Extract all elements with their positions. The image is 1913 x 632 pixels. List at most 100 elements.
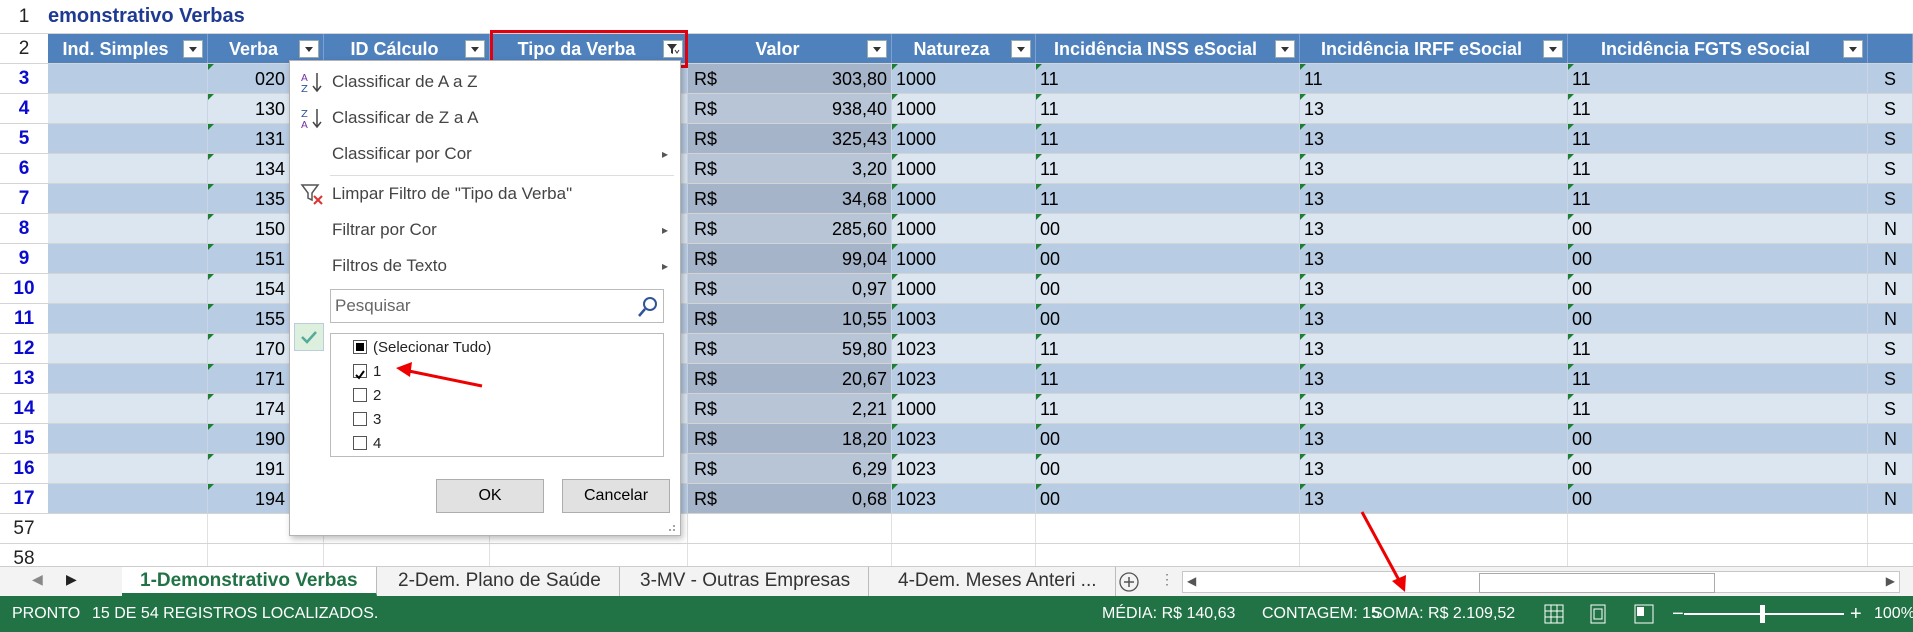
cell-inss[interactable]: 11: [1036, 184, 1300, 213]
filter-dropdown-icon[interactable]: [1543, 40, 1563, 58]
filter-dropdown-icon[interactable]: [1011, 40, 1031, 58]
header-col-valor[interactable]: Valor: [688, 34, 892, 63]
cell-fgts[interactable]: 00: [1568, 484, 1868, 513]
status-media[interactable]: MÉDIA: R$ 140,63: [1102, 596, 1235, 632]
cell-inss[interactable]: 11: [1036, 94, 1300, 123]
cell-valor[interactable]: R$ 18,20: [688, 424, 892, 453]
cell-inss[interactable]: 00: [1036, 424, 1300, 453]
empty-cell[interactable]: [1568, 514, 1868, 543]
cell-irrf[interactable]: 13: [1300, 334, 1568, 363]
row-number[interactable]: 14: [0, 394, 48, 423]
zoom-level[interactable]: 100%: [1874, 596, 1913, 632]
cell-valor[interactable]: R$ 0,97: [688, 274, 892, 303]
cell-next-column[interactable]: N: [1868, 424, 1913, 453]
cell-next-column[interactable]: N: [1868, 454, 1913, 483]
cell-irrf[interactable]: 11: [1300, 64, 1568, 93]
cell-fgts[interactable]: 11: [1568, 394, 1868, 423]
cell-next-column[interactable]: N: [1868, 214, 1913, 243]
row-number[interactable]: 5: [0, 124, 48, 153]
cell-irrf[interactable]: 13: [1300, 184, 1568, 213]
status-soma[interactable]: SOMA: R$ 2.109,52: [1372, 596, 1515, 632]
empty-cell[interactable]: [1300, 544, 1568, 566]
row-number[interactable]: 11: [0, 304, 48, 333]
scrollbar-thumb[interactable]: [1479, 573, 1715, 593]
empty-cell[interactable]: [688, 544, 892, 566]
menu-filter-by-color[interactable]: Filtrar por Cor ▸: [290, 213, 680, 247]
filter-search-input[interactable]: Pesquisar: [330, 289, 664, 323]
row-number[interactable]: 9: [0, 244, 48, 273]
cell-natureza[interactable]: 1000: [892, 274, 1036, 303]
sheet-title[interactable]: emonstrativo Verbas: [48, 0, 245, 32]
checkbox-unchecked[interactable]: [353, 412, 367, 426]
cell-ind-simples[interactable]: [48, 484, 208, 513]
filter-dropdown-icon[interactable]: [465, 40, 485, 58]
cell-ind-simples[interactable]: [48, 214, 208, 243]
filter-dropdown-icon[interactable]: [1843, 40, 1863, 58]
empty-cell[interactable]: [892, 544, 1036, 566]
empty-cell[interactable]: [1300, 514, 1568, 543]
row-number[interactable]: 58: [0, 544, 48, 566]
header-col-id-calculo[interactable]: ID Cálculo: [324, 34, 490, 63]
filter-dropdown-icon[interactable]: [183, 40, 203, 58]
empty-cell[interactable]: [48, 514, 208, 543]
cell-inss[interactable]: 11: [1036, 124, 1300, 153]
cell-inss[interactable]: 00: [1036, 304, 1300, 333]
empty-cell[interactable]: [48, 544, 208, 566]
tab-split-icon[interactable]: ⋮: [1160, 571, 1174, 588]
row-number[interactable]: 16: [0, 454, 48, 483]
header-col-tipo-verba[interactable]: Tipo da Verba: [490, 34, 688, 63]
row-number[interactable]: 17: [0, 484, 48, 513]
tab-plano-de-saude[interactable]: 2-Dem. Plano de Saúde: [380, 567, 620, 596]
page-break-view-icon[interactable]: [1634, 604, 1654, 624]
cell-inss[interactable]: 00: [1036, 274, 1300, 303]
empty-cell[interactable]: [688, 514, 892, 543]
cell-fgts[interactable]: 00: [1568, 214, 1868, 243]
tab-scroll-left-icon[interactable]: ◀: [32, 571, 43, 588]
menu-text-filters[interactable]: Filtros de Texto ▸: [290, 249, 680, 283]
cell-valor[interactable]: R$ 20,67: [688, 364, 892, 393]
header-col-ind-simples[interactable]: Ind. Simples: [48, 34, 208, 63]
checkbox-checked[interactable]: [353, 364, 367, 380]
zoom-slider-knob[interactable]: [1760, 605, 1765, 623]
ok-button[interactable]: OK: [436, 479, 544, 513]
status-contagem[interactable]: CONTAGEM: 15: [1262, 596, 1380, 632]
row-number[interactable]: 10: [0, 274, 48, 303]
header-col-irrf[interactable]: Incidência IRFF eSocial: [1300, 34, 1568, 63]
cell-fgts[interactable]: 11: [1568, 184, 1868, 213]
cell-irrf[interactable]: 13: [1300, 304, 1568, 333]
horizontal-scrollbar[interactable]: ◀ ▶: [1182, 571, 1900, 593]
cell-ind-simples[interactable]: [48, 154, 208, 183]
cell-ind-simples[interactable]: [48, 424, 208, 453]
cell-next-column[interactable]: N: [1868, 484, 1913, 513]
cell-natureza[interactable]: 1023: [892, 424, 1036, 453]
cell-inss[interactable]: 11: [1036, 64, 1300, 93]
cell-natureza[interactable]: 1000: [892, 124, 1036, 153]
cell-ind-simples[interactable]: [48, 64, 208, 93]
cell-natureza[interactable]: 1000: [892, 94, 1036, 123]
cell-natureza[interactable]: 1000: [892, 394, 1036, 423]
row-number[interactable]: 7: [0, 184, 48, 213]
cell-inss[interactable]: 11: [1036, 394, 1300, 423]
cell-next-column[interactable]: S: [1868, 94, 1913, 123]
cell-ind-simples[interactable]: [48, 304, 208, 333]
scroll-left-icon[interactable]: ◀: [1187, 574, 1196, 588]
zoom-out-icon[interactable]: −: [1672, 596, 1684, 632]
cell-ind-simples[interactable]: [48, 184, 208, 213]
tab-demonstrativo-verbas[interactable]: 1-Demonstrativo Verbas: [122, 567, 377, 596]
cell-valor[interactable]: R$ 59,80: [688, 334, 892, 363]
cell-valor[interactable]: R$ 0,68: [688, 484, 892, 513]
checkbox-partial[interactable]: [353, 340, 367, 354]
cell-fgts[interactable]: 11: [1568, 154, 1868, 183]
cell-natureza[interactable]: 1000: [892, 244, 1036, 273]
normal-view-icon[interactable]: [1544, 604, 1564, 624]
add-sheet-icon[interactable]: [1118, 571, 1140, 593]
cell-ind-simples[interactable]: [48, 364, 208, 393]
cell-next-column[interactable]: S: [1868, 64, 1913, 93]
cell-inss[interactable]: 00: [1036, 244, 1300, 273]
cell-natureza[interactable]: 1023: [892, 334, 1036, 363]
cell-ind-simples[interactable]: [48, 94, 208, 123]
filter-dropdown-icon[interactable]: [1275, 40, 1295, 58]
menu-sort-za[interactable]: ZA Classificar de Z a A: [290, 101, 680, 135]
cell-next-column[interactable]: N: [1868, 274, 1913, 303]
cell-valor[interactable]: R$ 2,21: [688, 394, 892, 423]
